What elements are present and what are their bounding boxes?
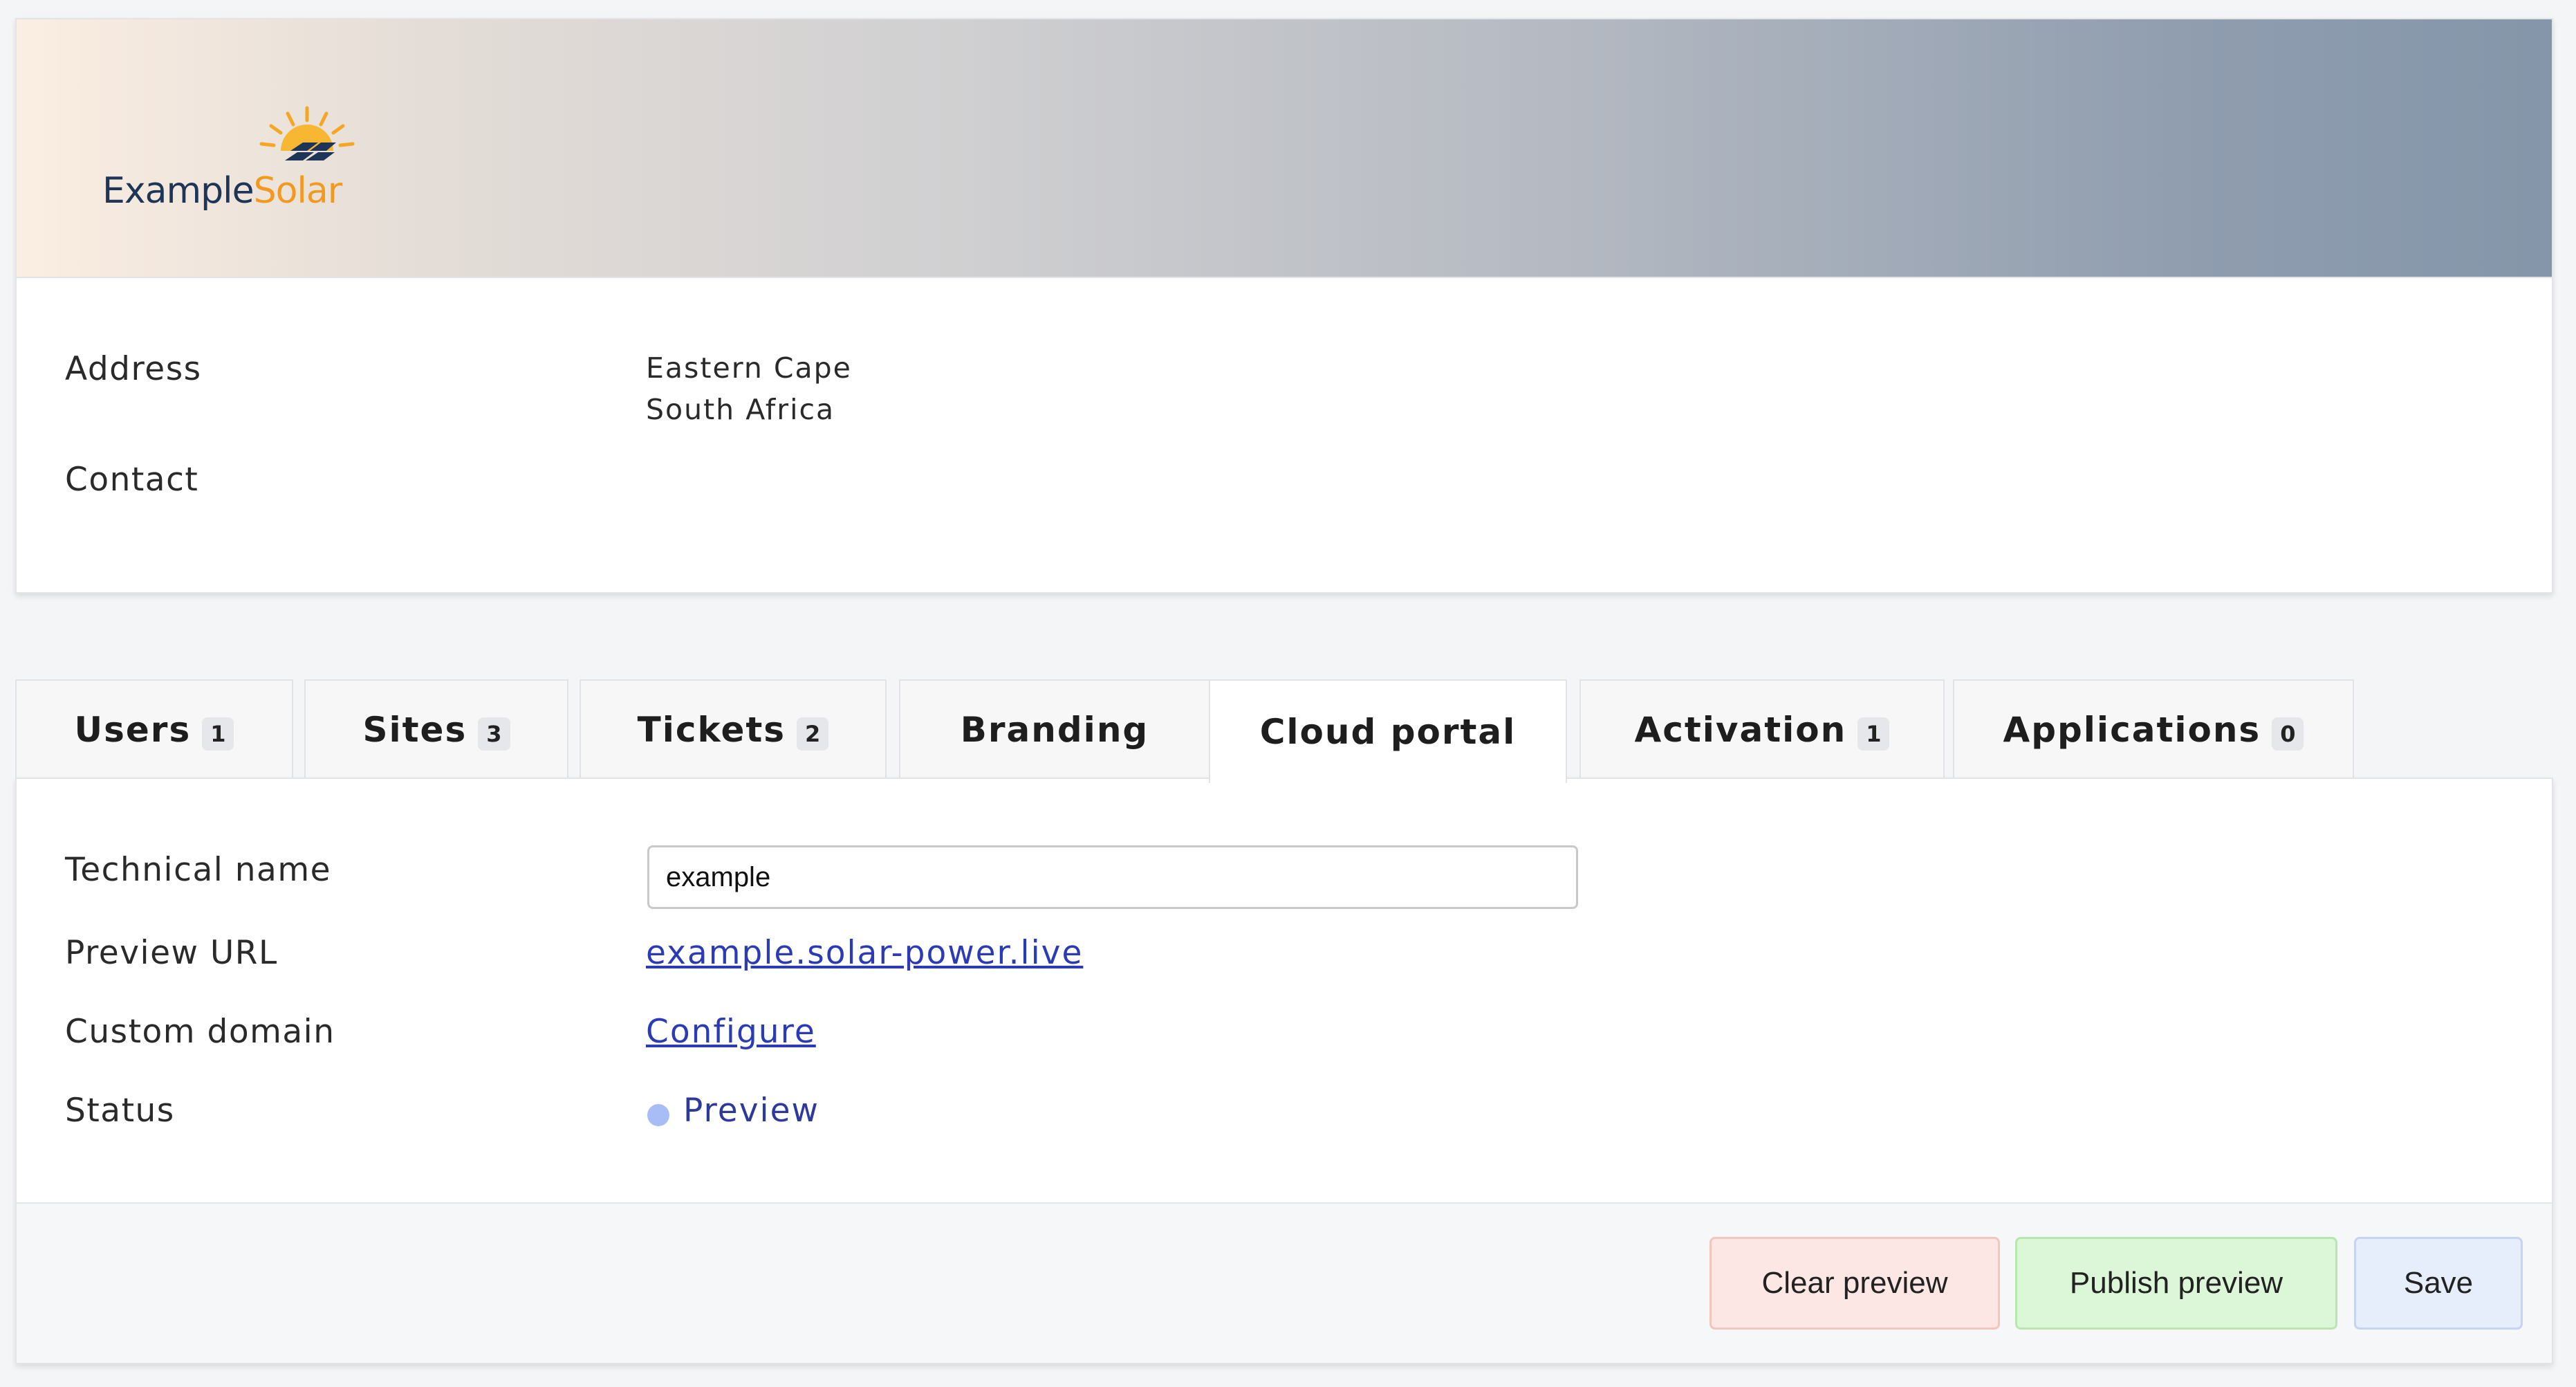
tab-sites[interactable]: Sites 3: [304, 679, 568, 779]
profile-card: ExampleSolar Address Eastern Cape South …: [15, 18, 2553, 594]
tab-applications-label: Applications: [2003, 710, 2261, 750]
company-logo: ExampleSolar: [86, 102, 376, 227]
logo-wordmark: ExampleSolar: [102, 170, 342, 212]
tab-applications[interactable]: Applications 0: [1953, 679, 2354, 779]
cloud-portal-panel: Technical name Preview URL example.solar…: [15, 778, 2553, 1364]
tab-sites-badge: 3: [478, 717, 510, 751]
configure-domain-link[interactable]: Configure: [646, 1013, 816, 1051]
contact-label: Contact: [65, 461, 199, 499]
technical-name-input[interactable]: [647, 845, 1578, 909]
status-label: Status: [65, 1092, 175, 1130]
tab-branding[interactable]: Branding: [899, 679, 1210, 779]
brand-banner: ExampleSolar: [17, 19, 2552, 278]
address-line-2: South Africa: [646, 393, 835, 426]
custom-domain-label: Custom domain: [65, 1013, 335, 1051]
technical-name-label: Technical name: [65, 851, 332, 889]
save-button[interactable]: Save: [2354, 1237, 2523, 1330]
tab-tickets[interactable]: Tickets 2: [580, 679, 887, 779]
tab-activation[interactable]: Activation 1: [1579, 679, 1945, 779]
tab-tickets-badge: 2: [797, 717, 829, 751]
tab-activation-label: Activation: [1634, 710, 1847, 750]
logo-text-solar: Solar: [253, 170, 343, 212]
publish-preview-button[interactable]: Publish preview: [2015, 1237, 2337, 1330]
preview-url-link[interactable]: example.solar-power.live: [646, 934, 1083, 972]
tab-users-label: Users: [74, 710, 192, 750]
tab-cloud-portal[interactable]: Cloud portal: [1209, 679, 1567, 783]
address-line-1: Eastern Cape: [646, 351, 852, 385]
tab-activation-badge: 1: [1857, 717, 1890, 751]
address-label: Address: [65, 350, 202, 388]
tab-users[interactable]: Users 1: [15, 679, 293, 779]
tab-users-badge: 1: [202, 717, 234, 751]
preview-url-label: Preview URL: [65, 934, 278, 972]
action-footer: Clear preview Publish preview Save: [17, 1202, 2552, 1363]
tab-branding-label: Branding: [960, 710, 1149, 750]
clear-preview-button[interactable]: Clear preview: [1709, 1237, 2000, 1330]
status-indicator-icon: [647, 1104, 669, 1126]
sun-panel-icon: [259, 106, 355, 160]
logo-text-example: Example: [102, 170, 254, 212]
tab-applications-badge: 0: [2272, 717, 2304, 751]
tab-tickets-label: Tickets: [637, 710, 786, 750]
tab-sites-label: Sites: [362, 710, 467, 750]
tab-cloud-portal-label: Cloud portal: [1259, 712, 1517, 752]
status-value: Preview: [683, 1092, 819, 1130]
